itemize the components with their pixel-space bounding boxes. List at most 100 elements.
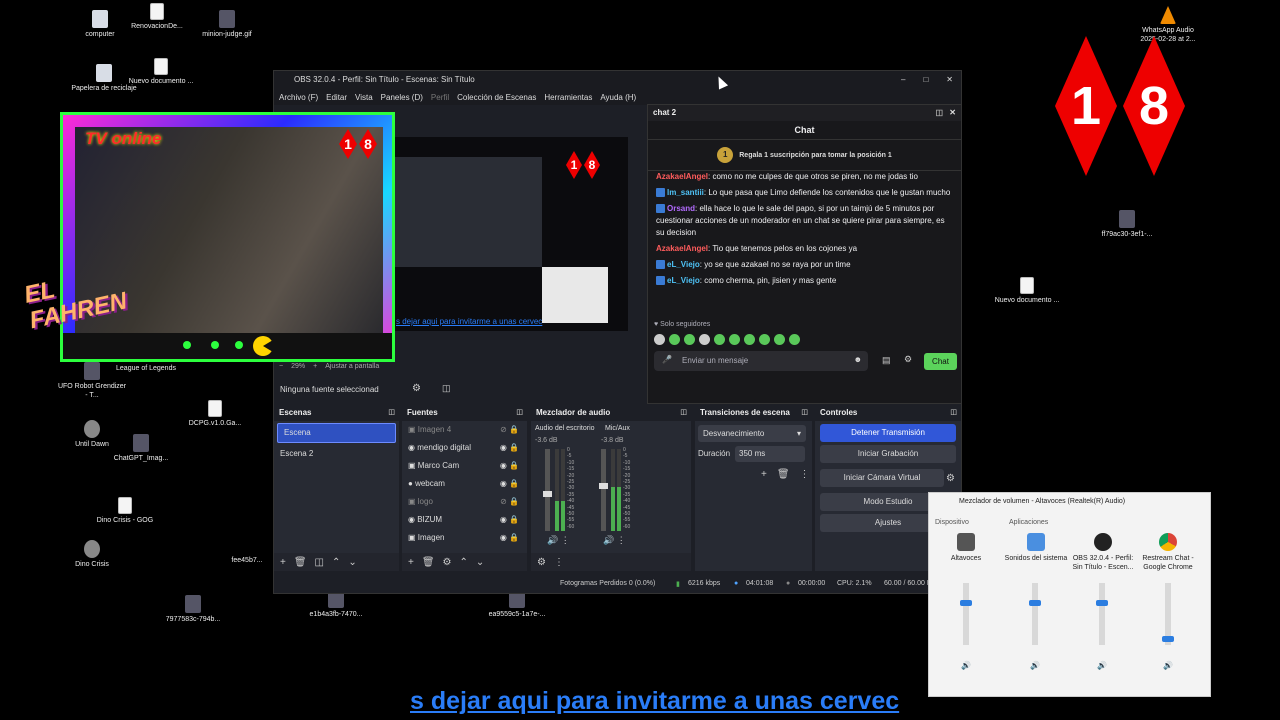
- filter-icon[interactable]: ◫: [442, 383, 451, 394]
- desktop-icon-7977[interactable]: 7977583c-794b...: [158, 595, 228, 624]
- chat-username[interactable]: eL_Viejo: [667, 260, 700, 269]
- chat-send-button[interactable]: Chat: [924, 353, 957, 370]
- mixer-fader-handle[interactable]: [543, 490, 552, 497]
- chevron-up-icon[interactable]: ⌃: [460, 557, 468, 568]
- gear-icon[interactable]: ⚙: [443, 557, 452, 568]
- volume-slider-thumb[interactable]: [1029, 599, 1041, 606]
- mixer-fader-track[interactable]: [599, 449, 608, 531]
- undock-icon[interactable]: ◫: [935, 105, 943, 121]
- speaker-icon[interactable]: 🔊: [961, 661, 971, 670]
- source-item[interactable]: ◉ mendigo digital ◉ 🔒: [402, 439, 527, 457]
- emote-icon[interactable]: [759, 333, 770, 345]
- eye-icon[interactable]: ◉ 🔒: [500, 457, 519, 475]
- close-icon[interactable]: ✕: [949, 105, 956, 121]
- obs-preview[interactable]: 1 8 s dejar aqui para invitarme a unas c…: [392, 137, 628, 331]
- obs-title-bar[interactable]: OBS 32.0.4 - Perfil: Sin Título - Escena…: [274, 71, 961, 89]
- menu-file[interactable]: Archivo (F): [279, 93, 318, 102]
- gear-icon[interactable]: ⚙: [904, 354, 912, 365]
- undock-icon[interactable]: ◫: [388, 405, 395, 421]
- chevron-down-icon[interactable]: ⌄: [476, 557, 484, 568]
- eye-icon[interactable]: ◉ 🔒: [500, 439, 519, 457]
- mic-icon[interactable]: 🎤: [662, 355, 672, 364]
- mixer-settings-icon[interactable]: ⚙: [537, 557, 546, 568]
- speaker-icon[interactable]: 🔊: [1163, 661, 1173, 670]
- emote-icon[interactable]: [699, 333, 710, 345]
- undock-icon[interactable]: ◫: [516, 405, 523, 421]
- menu-profile[interactable]: Perfil: [431, 93, 449, 102]
- store-icon[interactable]: ▤: [882, 355, 891, 366]
- menu-scene-collection[interactable]: Colección de Escenas: [457, 93, 536, 102]
- add-icon[interactable]: +: [280, 557, 286, 568]
- volume-slider-thumb[interactable]: [1096, 599, 1108, 606]
- zoom-fit-button[interactable]: Ajustar a pantalla: [325, 363, 379, 370]
- desktop-icon-lol[interactable]: League of Legends: [111, 364, 181, 373]
- chat-username[interactable]: lm_santiii: [667, 188, 704, 197]
- desktop-icon-dino-gog[interactable]: Dino Crisis - GOG: [90, 497, 160, 525]
- volume-slider[interactable]: [1029, 583, 1041, 645]
- source-item[interactable]: ▣ Imagen ◉ 🔒: [402, 529, 527, 547]
- emote-icon[interactable]: [714, 333, 725, 345]
- desktop-icon-ea95[interactable]: ea9559c5-1a7e-...: [482, 590, 552, 619]
- speaker-icon[interactable]: 🔊: [1097, 661, 1107, 670]
- add-icon[interactable]: +: [761, 469, 767, 480]
- chat-username[interactable]: AzakaelAngel: [656, 172, 708, 181]
- chat-input[interactable]: 🎤 Enviar un mensaje ☻: [654, 351, 868, 371]
- emote-icon[interactable]: [684, 333, 695, 345]
- eye-off-icon[interactable]: ⊘ 🔒: [500, 421, 519, 439]
- desktop-icon-pdf[interactable]: RenovacionDe...: [122, 3, 192, 31]
- maximize-icon[interactable]: □: [923, 71, 928, 89]
- scene-item[interactable]: Escena 2: [274, 445, 399, 463]
- desktop-icon-dcpg[interactable]: DCPG.v1.0.Ga...: [180, 400, 250, 428]
- start-virtual-camera-button[interactable]: Iniciar Cámara Virtual: [820, 469, 945, 487]
- zoom-in-button[interactable]: +: [313, 363, 317, 370]
- speaker-icon[interactable]: 🔊 ⋮: [547, 535, 570, 546]
- desktop-icon-document[interactable]: Nuevo documento ...: [126, 58, 196, 86]
- undock-icon[interactable]: ◫: [680, 405, 687, 421]
- bottom-link-ticker[interactable]: s dejar aqui para invitarme a unas cerve…: [410, 686, 926, 716]
- gear-icon[interactable]: ⚙: [412, 383, 421, 394]
- eye-icon[interactable]: ◉ 🔒: [500, 475, 519, 493]
- eye-off-icon[interactable]: ⊘ 🔒: [500, 493, 519, 511]
- scene-item[interactable]: Escena: [277, 423, 396, 443]
- source-item[interactable]: ▣ logo ⊘ 🔒: [402, 493, 527, 511]
- mixer-fader-handle[interactable]: [599, 483, 608, 490]
- chevron-up-icon[interactable]: ⌃: [332, 557, 340, 568]
- menu-tools[interactable]: Herramientas: [544, 93, 592, 102]
- trash-icon[interactable]: 🗑: [294, 557, 307, 568]
- menu-dots-icon[interactable]: ⋮: [800, 469, 810, 480]
- undock-icon[interactable]: ◫: [801, 405, 808, 421]
- emote-icon[interactable]: [789, 333, 800, 345]
- volume-slider[interactable]: [1096, 583, 1108, 645]
- emote-icon[interactable]: [744, 333, 755, 345]
- desktop-icon-nuevo-doc-2[interactable]: Nuevo documento ...: [992, 277, 1062, 305]
- duration-input[interactable]: 350 ms: [735, 446, 805, 462]
- source-item[interactable]: ● webcam ◉ 🔒: [402, 475, 527, 493]
- emote-icon[interactable]: [729, 333, 740, 345]
- speaker-icon[interactable]: 🔊 ⋮: [603, 535, 626, 546]
- eye-icon[interactable]: ◉ 🔒: [500, 529, 519, 547]
- menu-view[interactable]: Vista: [355, 93, 373, 102]
- desktop-icon-fee45[interactable]: fee45b7...: [222, 556, 272, 565]
- desktop-icon-e1b4[interactable]: e1b4a3fb-7470...: [301, 590, 371, 619]
- menu-edit[interactable]: Editar: [326, 93, 347, 102]
- add-icon[interactable]: +: [408, 557, 414, 568]
- eye-icon[interactable]: ◉ 🔒: [500, 511, 519, 529]
- emote-icon[interactable]: [654, 333, 665, 345]
- stop-streaming-button[interactable]: Detener Transmisión: [820, 424, 956, 442]
- source-item[interactable]: ▣ Marco Cam ◉ 🔒: [402, 457, 527, 475]
- chevron-down-icon[interactable]: ⌄: [348, 557, 356, 568]
- source-item[interactable]: ◉ BIZUM ◉ 🔒: [402, 511, 527, 529]
- menu-docks[interactable]: Paneles (D): [381, 93, 423, 102]
- volume-slider-thumb[interactable]: [1162, 636, 1174, 643]
- desktop-icon-ff79[interactable]: ff79ac30-3ef1-...: [1092, 210, 1162, 239]
- emoji-icon[interactable]: ☻: [854, 355, 862, 364]
- chat-username[interactable]: eL_Viejo: [667, 276, 700, 285]
- emote-icon[interactable]: [774, 333, 785, 345]
- trash-icon[interactable]: 🗑: [422, 557, 435, 568]
- source-item[interactable]: ▣ Imagen 4 ⊘ 🔒: [402, 421, 527, 439]
- desktop-icon-chatgpt[interactable]: ChatGPT_Imag...: [106, 434, 176, 463]
- start-recording-button[interactable]: Iniciar Grabación: [820, 445, 956, 463]
- minimize-icon[interactable]: –: [901, 71, 905, 89]
- sub-promo[interactable]: 1 Regala 1 suscripción para tomar la pos…: [648, 140, 961, 171]
- desktop-icon-dino[interactable]: Dino Crisis: [57, 540, 127, 569]
